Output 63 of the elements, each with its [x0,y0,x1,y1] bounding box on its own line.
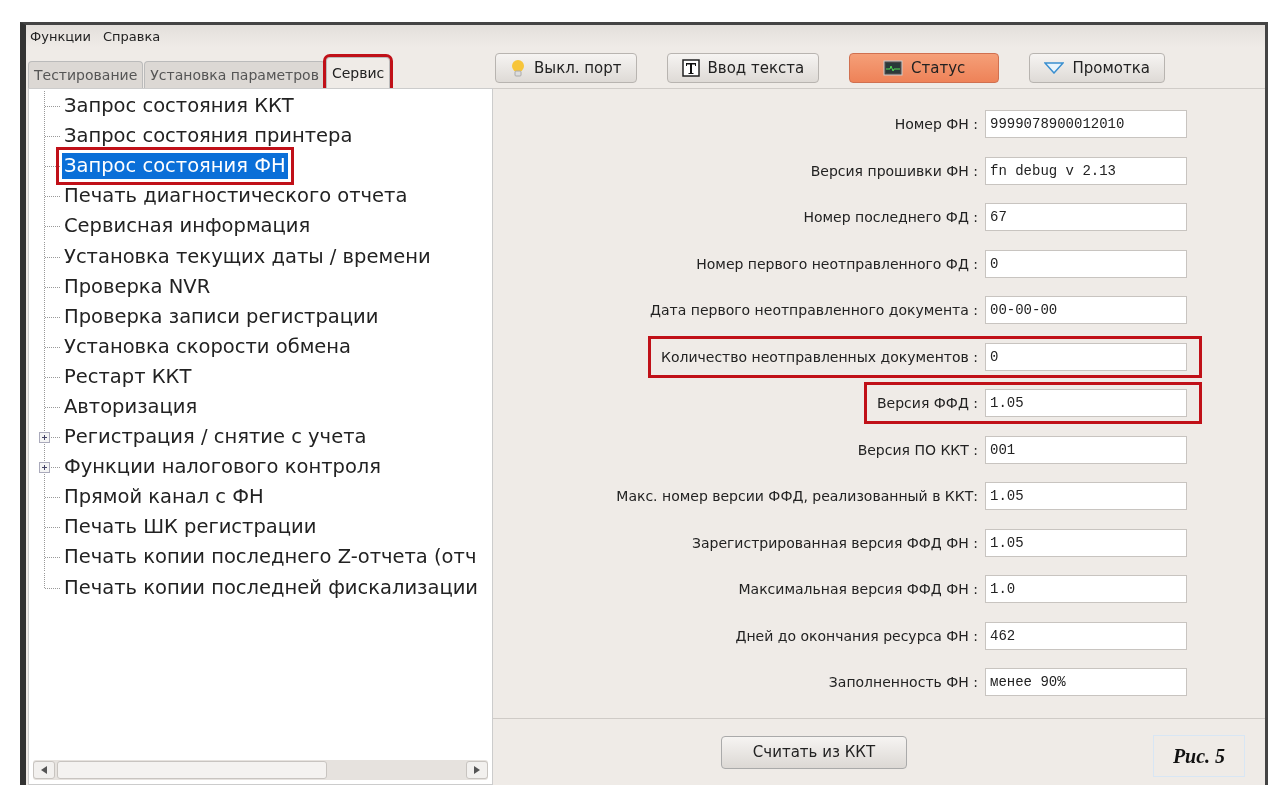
input-field[interactable]: 001 [985,435,1187,464]
input-field[interactable]: 9999078900012010 [985,110,1187,138]
tree-item[interactable]: Печать диагностического отчета [62,183,410,210]
field-label: Номер ФН : [894,116,978,132]
input-field[interactable]: 0 [985,342,1187,371]
input-field[interactable]: 1.05 [985,389,1187,417]
tree-item[interactable]: Запрос состояния принтера [62,123,355,150]
field-label: Количество неотправленных документов : [660,348,978,365]
tab[interactable]: Сервис [325,57,391,88]
field-label: Номер первого неотправленного ФД : [696,255,978,272]
tree-item[interactable]: Проверка NVR [62,273,213,300]
field-label: Версия ФФД : [877,395,978,411]
light-bulb-icon [510,58,526,77]
field-label: Номер последнего ФД : [803,209,978,225]
input-field[interactable]: 00-00-00 [985,296,1187,324]
input-field[interactable]: 1.05 [985,482,1187,510]
scroll-right-icon[interactable] [466,761,488,779]
field-label: Заполненность ФН : [828,674,978,690]
scroll-left-icon[interactable] [33,761,55,779]
tree-item[interactable]: Прямой канал с ФН [62,484,266,511]
tree-item[interactable]: Проверка записи регистрации [62,303,381,330]
field-label: Версия прошивки ФН : [810,162,978,179]
input-field[interactable]: менее 90% [985,668,1187,696]
input-field[interactable]: 462 [985,621,1187,650]
field-label: Дней до окончания ресурса ФН : [735,627,978,644]
read-button[interactable]: Считать из ККТ [721,735,907,769]
menu-item[interactable]: Функции [30,28,91,44]
expand-icon[interactable] [39,432,50,444]
tab[interactable]: Установка параметров [144,61,325,88]
input-field[interactable]: 1.05 [985,528,1187,557]
expand-icon[interactable] [39,462,50,474]
figure-caption: Рис. 5 [1153,735,1245,777]
input-field[interactable]: fn debug v 2.13 [985,156,1187,185]
field-label: Максимальная версия ФФД ФН : [738,581,978,597]
text-icon [681,58,700,77]
input-field[interactable]: 1.0 [985,575,1187,603]
toolbar-button[interactable]: Статус [849,52,1000,83]
tree-item[interactable]: Авторизация [62,394,200,420]
input-field[interactable]: 0 [985,249,1187,278]
tree-item[interactable]: Печать копии последнего Z-отчета (отч [62,544,479,571]
tree-item[interactable]: Установка скорости обмена [62,333,354,360]
tree-item[interactable]: Запрос состояния ККТ [62,93,296,120]
tree-item[interactable]: Рестарт ККТ [62,363,194,390]
monitor-icon [883,59,904,76]
toolbar-button[interactable]: Промотка [1029,52,1166,83]
horizontal-scrollbar[interactable] [33,760,488,780]
tree-item[interactable]: Сервисная информация [62,213,313,240]
field-label: Версия ПО ККТ : [857,441,978,458]
input-field[interactable]: 67 [985,203,1187,231]
tab[interactable]: Тестирование [28,61,144,88]
toolbar-button[interactable]: Ввод текста [666,52,820,83]
tree-item[interactable]: Функции налогового контроля [62,454,384,481]
menu-item[interactable]: Справка [103,28,161,44]
tree-item[interactable]: Печать ШК регистрации [62,514,319,541]
scroll-thumb[interactable] [57,761,327,779]
field-label: Макс. номер версии ФФД, реализованный в ККТ: [616,488,978,504]
tree-item[interactable]: Установка текущих даты / времени [62,243,433,270]
tree-item[interactable]: Регистрация / снятие с учета [62,424,369,451]
field-label: Зарегистрированная версия ФФД ФН : [691,534,978,551]
toolbar-button[interactable]: Выкл. порт [495,52,637,83]
triangle-down-icon [1044,61,1065,74]
field-label: Дата первого неотправленного документа : [650,302,978,318]
tree-item[interactable]: Печать копии последней фискализации [62,574,480,601]
